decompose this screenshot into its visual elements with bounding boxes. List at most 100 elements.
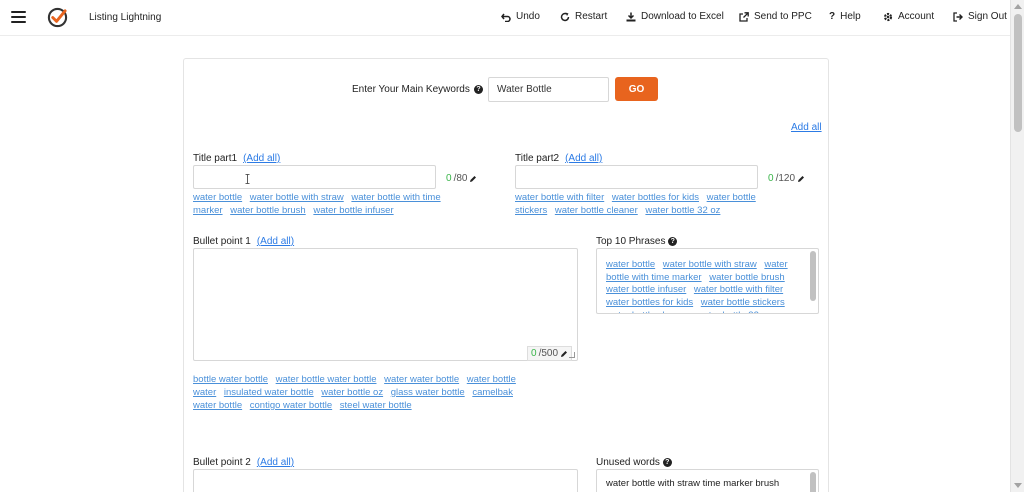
suggestion-chip[interactable]: water bottles for kids: [612, 192, 699, 203]
suggestion-chip[interactable]: water bottle water bottle: [276, 374, 377, 385]
download-icon: [626, 12, 636, 21]
sign-out-button[interactable]: Sign Out: [953, 11, 1007, 22]
title-part1-add-all[interactable]: (Add all): [243, 153, 280, 164]
suggestion-chip[interactable]: contigo water bottle: [250, 400, 332, 411]
send-to-ppc-button[interactable]: Send to PPC: [739, 11, 812, 22]
title-part1-suggestions: water bottle water bottle with straw wat…: [193, 191, 463, 217]
suggestion-chip[interactable]: water bottle with filter: [515, 192, 604, 203]
menu-icon[interactable]: [11, 11, 26, 23]
unused-words-text: Unused words: [596, 457, 660, 468]
suggestion-chip[interactable]: steel water bottle: [340, 400, 412, 411]
help-button[interactable]: ? Help: [829, 11, 861, 22]
question-circle-icon[interactable]: ?: [474, 85, 483, 94]
restart-label: Restart: [575, 11, 608, 22]
title-part2-count: 0: [768, 173, 774, 184]
text-cursor-icon: [245, 174, 250, 184]
title-part2-counter: 0/120: [768, 173, 805, 184]
suggestion-chip[interactable]: water bottle cleaner: [606, 310, 689, 313]
scroll-down-icon[interactable]: [1014, 483, 1022, 488]
suggestion-chip[interactable]: water bottle with filter: [694, 284, 783, 295]
help-label: Help: [840, 11, 861, 22]
page-scrollbar[interactable]: [1010, 0, 1024, 492]
title-part1-input[interactable]: [193, 165, 436, 189]
pencil-icon[interactable]: [469, 175, 477, 183]
top-navbar: Listing Lightning Undo Restart Download …: [0, 0, 1010, 36]
suggestion-chip[interactable]: insulated water bottle: [224, 387, 314, 398]
undo-icon: [501, 13, 511, 22]
restart-icon: [560, 12, 570, 21]
top-phrases-list: water bottle water bottle with straw wat…: [606, 259, 804, 313]
undo-label: Undo: [516, 11, 540, 22]
ppc-label: Send to PPC: [754, 11, 812, 22]
sign-out-label: Sign Out: [968, 11, 1007, 22]
keywords-label: Enter Your Main Keywords: [352, 84, 470, 95]
title-part1-text: Title part1: [193, 153, 238, 164]
suggestion-chip[interactable]: water bottle infuser: [313, 205, 393, 216]
external-link-icon: [739, 11, 749, 22]
title-part2-input[interactable]: [515, 165, 758, 189]
bullet1-add-all[interactable]: (Add all): [257, 236, 294, 247]
unused-words-box: water bottle with straw time marker brus…: [596, 469, 819, 492]
top-phrases-scrollbar[interactable]: [810, 251, 816, 311]
bullet1-max: /500: [538, 348, 559, 359]
scrollbar-thumb[interactable]: [810, 472, 816, 492]
suggestion-chip[interactable]: water bottle: [606, 259, 655, 270]
suggestion-chip[interactable]: water bottle 32 oz: [645, 205, 720, 216]
title-part1-label: Title part1 (Add all): [193, 153, 280, 164]
scrollbar-thumb[interactable]: [1014, 14, 1022, 132]
top-phrases-label: Top 10 Phrases ?: [596, 236, 678, 247]
suggestion-chip[interactable]: water bottle cleaner: [555, 205, 638, 216]
suggestion-chip[interactable]: water bottles for kids: [606, 297, 693, 308]
bullet2-textarea[interactable]: [193, 469, 578, 492]
question-icon: ?: [829, 11, 836, 22]
question-circle-icon[interactable]: ?: [668, 236, 678, 246]
account-button[interactable]: Account: [883, 11, 934, 22]
title-part1-max: /80: [453, 173, 468, 184]
unused-words-scrollbar[interactable]: [810, 472, 816, 492]
suggestion-chip[interactable]: water bottle brush: [709, 272, 785, 283]
title-part2-text: Title part2: [515, 153, 560, 164]
undo-button[interactable]: Undo: [501, 11, 540, 22]
add-all-link[interactable]: Add all: [791, 122, 822, 133]
suggestion-chip[interactable]: water bottle oz: [321, 387, 383, 398]
title-part1-count: 0: [446, 173, 452, 184]
restart-button[interactable]: Restart: [560, 11, 607, 22]
pencil-icon[interactable]: [560, 350, 568, 358]
suggestion-chip[interactable]: bottle water bottle: [193, 374, 268, 385]
gear-icon: [883, 12, 893, 21]
top-phrases-text: Top 10 Phrases: [596, 236, 666, 247]
suggestion-chip[interactable]: water water bottle: [384, 374, 459, 385]
bullet1-label: Bullet point 1 (Add all): [193, 236, 294, 247]
main-keywords-input[interactable]: [488, 77, 609, 102]
unused-words-list: water bottle with straw time marker brus…: [606, 478, 801, 492]
resize-handle-icon[interactable]: [569, 352, 575, 358]
bullet1-text: Bullet point 1: [193, 236, 251, 247]
scrollbar-thumb[interactable]: [810, 251, 816, 301]
bullet1-textarea[interactable]: 0/500: [193, 248, 578, 361]
bullet1-count: 0: [531, 348, 537, 359]
suggestion-chip[interactable]: water bottle brush: [230, 205, 306, 216]
suggestion-chip[interactable]: water bottle infuser: [606, 284, 686, 295]
bullet2-add-all[interactable]: (Add all): [257, 457, 294, 468]
scroll-up-icon[interactable]: [1014, 4, 1022, 9]
go-button[interactable]: GO: [615, 77, 658, 101]
suggestion-chip[interactable]: water bottle with straw: [663, 259, 757, 270]
account-label: Account: [898, 11, 935, 22]
title-part2-suggestions: water bottle with filter water bottles f…: [515, 191, 775, 217]
title-part1-counter: 0/80: [446, 173, 477, 184]
suggestion-chip[interactable]: water bottle 32 oz: [697, 310, 772, 313]
bullet2-text: Bullet point 2: [193, 457, 251, 468]
download-excel-button[interactable]: Download to Excel: [626, 11, 724, 22]
title-part2-add-all[interactable]: (Add all): [565, 153, 602, 164]
question-circle-icon[interactable]: ?: [662, 457, 672, 467]
suggestion-chip[interactable]: glass water bottle: [391, 387, 465, 398]
top-phrases-box: water bottle water bottle with straw wat…: [596, 248, 819, 314]
suggestion-chip[interactable]: water bottle with straw: [250, 192, 344, 203]
suggestion-chip[interactable]: water bottle: [193, 192, 242, 203]
unused-words-label: Unused words ?: [596, 457, 672, 468]
download-label: Download to Excel: [641, 11, 724, 22]
bullet2-label: Bullet point 2 (Add all): [193, 457, 294, 468]
title-part2-label: Title part2 (Add all): [515, 153, 602, 164]
suggestion-chip[interactable]: water bottle stickers: [701, 297, 785, 308]
pencil-icon[interactable]: [797, 175, 805, 183]
